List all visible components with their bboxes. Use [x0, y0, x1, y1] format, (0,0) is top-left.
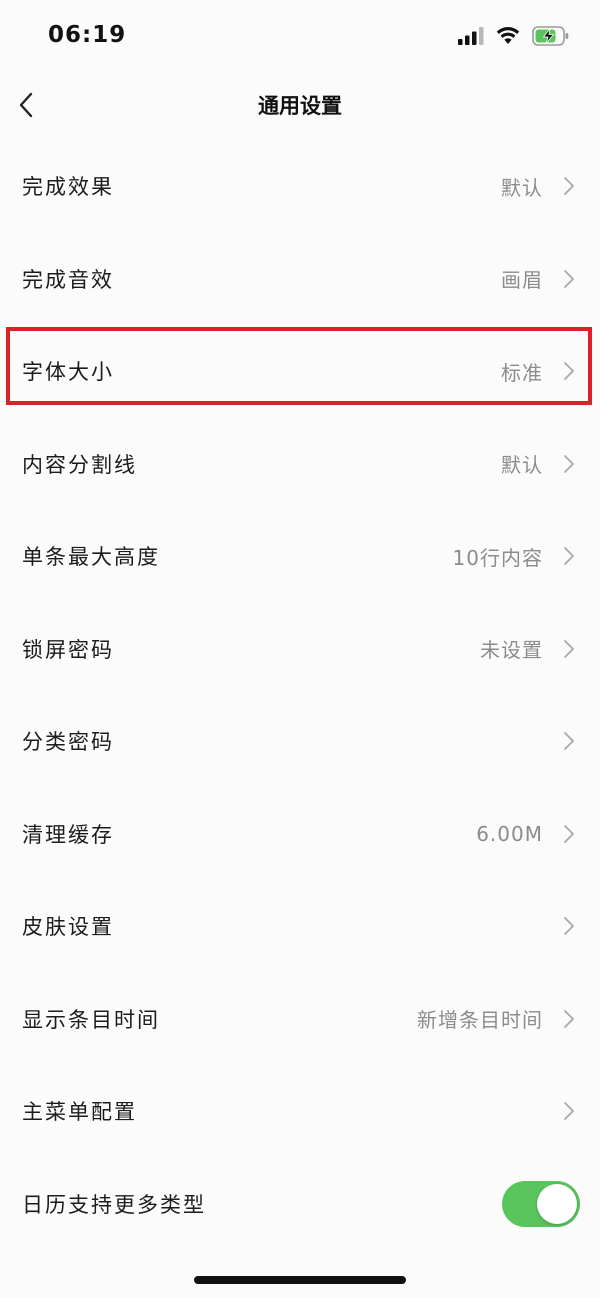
- page-title: 通用设置: [258, 94, 342, 118]
- setting-value: 默认: [501, 453, 543, 478]
- battery-charging-icon: [532, 26, 570, 50]
- chevron-right-icon: [562, 639, 576, 659]
- status-icons: [458, 26, 570, 50]
- setting-row-font-size[interactable]: 字体大小 标准: [0, 325, 600, 418]
- chevron-right-icon: [562, 731, 576, 751]
- chevron-right-icon: [562, 269, 576, 289]
- chevron-right-icon: [562, 824, 576, 844]
- setting-label: 完成效果: [22, 175, 114, 200]
- status-time: 06:19: [48, 22, 127, 48]
- setting-label: 日历支持更多类型: [22, 1192, 206, 1217]
- wifi-icon: [496, 27, 520, 49]
- setting-row-show-item-time[interactable]: 显示条目时间 新增条目时间: [0, 973, 600, 1066]
- setting-label: 字体大小: [22, 360, 114, 385]
- setting-row-main-menu-config[interactable]: 主菜单配置: [0, 1065, 600, 1158]
- setting-row-completion-effect[interactable]: 完成效果 默认: [0, 140, 600, 233]
- setting-label: 显示条目时间: [22, 1007, 160, 1032]
- setting-row-calendar-more-types: 日历支持更多类型: [0, 1158, 600, 1251]
- signal-icon: [458, 27, 484, 49]
- screen: 06:19 通用设置 完成效果 默认 完成音效 画眉 字体大小 标准 内容分割线…: [0, 0, 600, 1298]
- setting-value: 新增条目时间: [417, 1008, 543, 1033]
- chevron-right-icon: [562, 454, 576, 474]
- nav-bar: 通用设置: [0, 76, 600, 138]
- setting-row-clear-cache[interactable]: 清理缓存 6.00M: [0, 788, 600, 881]
- home-indicator: [194, 1276, 406, 1284]
- setting-value: 6.00M: [476, 821, 543, 846]
- setting-label: 锁屏密码: [22, 637, 114, 662]
- setting-label: 分类密码: [22, 730, 114, 755]
- setting-row-max-item-height[interactable]: 单条最大高度 10行内容: [0, 510, 600, 603]
- setting-value: 标准: [501, 360, 543, 385]
- setting-label: 内容分割线: [22, 452, 137, 477]
- setting-row-category-password[interactable]: 分类密码: [0, 695, 600, 788]
- chevron-right-icon: [562, 546, 576, 566]
- setting-row-skin-settings[interactable]: 皮肤设置: [0, 880, 600, 973]
- setting-value: 未设置: [480, 638, 543, 663]
- chevron-right-icon: [562, 1009, 576, 1029]
- chevron-right-icon: [562, 916, 576, 936]
- status-bar: 06:19: [0, 0, 600, 76]
- setting-value: 默认: [501, 175, 543, 200]
- chevron-right-icon: [562, 361, 576, 381]
- setting-label: 主菜单配置: [22, 1100, 137, 1125]
- calendar-more-types-toggle[interactable]: [502, 1180, 580, 1227]
- settings-list: 完成效果 默认 完成音效 画眉 字体大小 标准 内容分割线 默认 单条最大高度 …: [0, 140, 600, 1250]
- setting-label: 清理缓存: [22, 822, 114, 847]
- setting-value: 画眉: [501, 268, 543, 293]
- setting-value: 10行内容: [452, 545, 543, 570]
- setting-label: 单条最大高度: [22, 545, 160, 570]
- setting-label: 完成音效: [22, 267, 114, 292]
- setting-row-completion-sound[interactable]: 完成音效 画眉: [0, 233, 600, 326]
- chevron-right-icon: [562, 1101, 576, 1121]
- setting-row-content-divider[interactable]: 内容分割线 默认: [0, 418, 600, 511]
- setting-label: 皮肤设置: [22, 915, 114, 940]
- toggle-knob: [537, 1183, 577, 1224]
- chevron-right-icon: [562, 176, 576, 196]
- setting-row-lock-password[interactable]: 锁屏密码 未设置: [0, 603, 600, 696]
